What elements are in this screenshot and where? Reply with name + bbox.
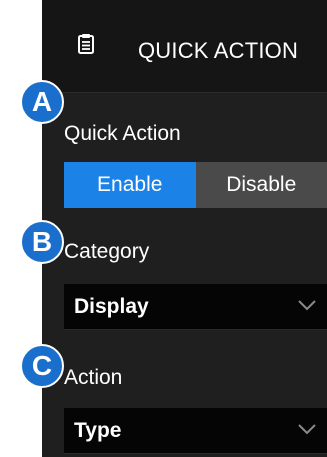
quick-action-toggle: Enable Disable <box>64 162 327 208</box>
action-label: Action <box>64 366 123 389</box>
quick-action-panel: QUICK ACTION Quick Action Enable Disable… <box>42 0 327 457</box>
chevron-down-icon <box>297 422 317 436</box>
quick-action-label: Quick Action <box>64 122 181 145</box>
callout-badge-a: A <box>20 80 64 124</box>
category-label: Category <box>64 240 150 263</box>
action-dropdown[interactable]: Type <box>64 408 327 454</box>
callout-badge-b: B <box>20 220 64 264</box>
enable-button[interactable]: Enable <box>64 162 196 208</box>
clipboard-list-icon <box>78 34 94 54</box>
chevron-down-icon <box>297 298 317 312</box>
disable-button[interactable]: Disable <box>195 162 327 208</box>
category-value: Display <box>74 294 149 318</box>
callout-badge-c: C <box>20 344 64 388</box>
panel-header: QUICK ACTION <box>42 0 327 93</box>
action-value: Type <box>74 418 122 442</box>
category-dropdown[interactable]: Display <box>64 284 327 330</box>
panel-title: QUICK ACTION <box>138 38 299 63</box>
screenshot-root: QUICK ACTION Quick Action Enable Disable… <box>0 0 327 457</box>
